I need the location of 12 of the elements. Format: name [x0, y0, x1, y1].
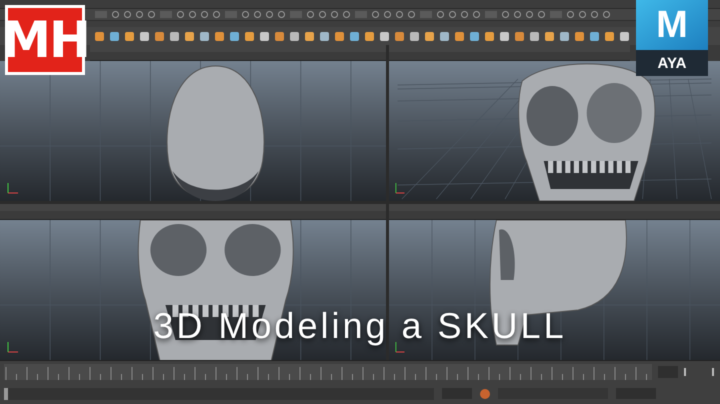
character-icon[interactable]: [480, 388, 490, 398]
skull-drawing[interactable]: [518, 64, 656, 201]
skull-drawing[interactable]: [166, 66, 265, 201]
axis-icon: [8, 342, 19, 352]
viewport[interactable]: [389, 220, 720, 360]
axis-icon: [8, 182, 19, 194]
axis-icon: [395, 182, 405, 194]
timeline[interactable]: [0, 360, 720, 404]
range-slider[interactable]: [4, 388, 434, 400]
app-logo: M AYA: [636, 0, 708, 76]
viewport[interactable]: [0, 61, 386, 201]
playback-controls-icon[interactable]: [684, 368, 714, 376]
